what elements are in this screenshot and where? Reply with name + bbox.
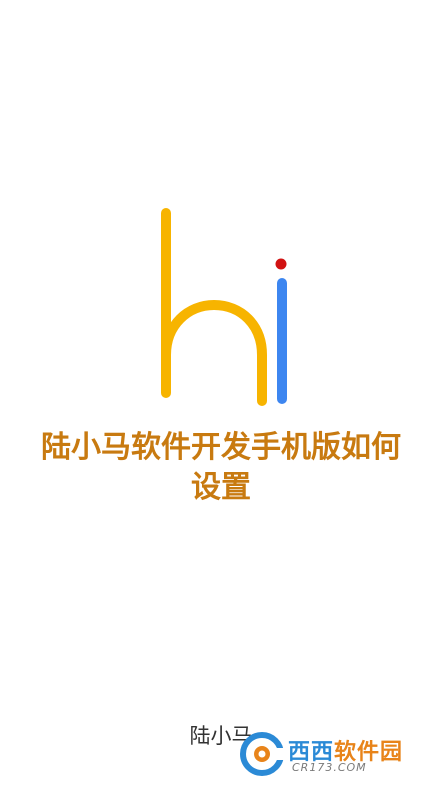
logo-i-dot [275, 258, 287, 270]
splash-title-line-2: 设置 [191, 470, 251, 505]
watermark-url: CR173.COM [292, 761, 367, 774]
watermark: 西西软件园 CR173.COM [240, 730, 436, 778]
splash-title-line-1: 陆小马软件开发手机版如何 [41, 430, 401, 465]
hi-logo-icon [161, 208, 287, 406]
logo-h-arch [161, 299, 267, 406]
splash-screen: 陆小马软件开发手机版如何 设置 陆小马 西西软件园 CR173.COM [0, 0, 442, 786]
splash-title: 陆小马软件开发手机版如何 设置 [0, 428, 442, 508]
watermark-logo-icon [240, 732, 284, 776]
